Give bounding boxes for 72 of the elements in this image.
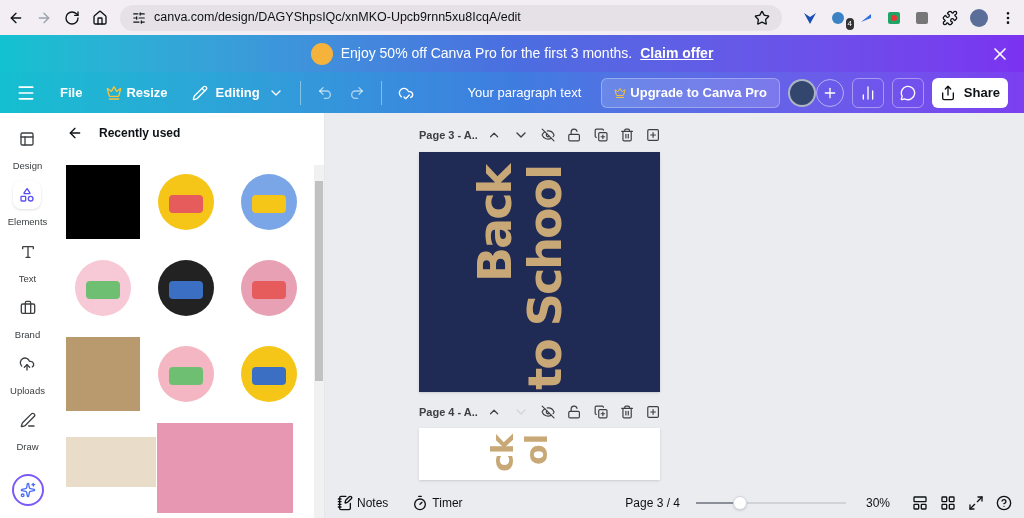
cloud-upload-icon [19, 356, 36, 372]
extension-icon[interactable] [914, 9, 930, 26]
fullscreen-icon[interactable] [968, 495, 984, 511]
zoom-thumb[interactable] [732, 496, 747, 510]
promo-text: Enjoy 50% off Canva Pro for the first 3 months. [340, 44, 633, 63]
eye-off-icon[interactable] [541, 403, 556, 420]
sidebar-tab[interactable]: Text [13, 237, 42, 286]
extension-badge: 4 [845, 17, 854, 30]
back-arrow-icon [67, 125, 83, 141]
grid-view-icon[interactable] [940, 495, 956, 511]
timer-icon [412, 495, 429, 511]
sidebar-tab[interactable]: Design [12, 125, 43, 174]
upgrade-button[interactable]: Upgrade to Canva Pro [601, 77, 780, 108]
page-label[interactable]: Page 3 - A.. [419, 127, 475, 144]
add-page-icon[interactable] [645, 403, 661, 420]
insights-button[interactable] [851, 77, 884, 108]
share-button[interactable]: Share [931, 77, 1008, 108]
reload-icon[interactable] [64, 9, 80, 26]
site-info-icon[interactable] [132, 10, 146, 25]
notes-icon [337, 495, 353, 511]
pencil-icon [191, 84, 208, 101]
lock-open-icon[interactable] [567, 127, 582, 144]
magic-button[interactable] [11, 474, 44, 506]
trash-icon[interactable] [619, 403, 634, 420]
claim-offer-link[interactable]: Claim offer [640, 43, 714, 64]
user-avatar[interactable] [787, 78, 816, 107]
profile-avatar[interactable] [970, 8, 988, 27]
shapes-icon [19, 187, 36, 204]
notes-button[interactable]: Notes [337, 494, 389, 512]
share-icon [939, 84, 956, 101]
design-text[interactable]: to School [521, 165, 568, 390]
text-icon [19, 243, 36, 260]
puzzle-icon[interactable] [942, 9, 958, 26]
eye-off-icon[interactable] [541, 127, 556, 144]
url-text: canva.com/design/DAGYShpsIQc/xnMKO-Upcb9rnn5xu8IcqA/edit [154, 9, 522, 27]
zoom-reading: 30% [866, 495, 892, 512]
page-indicator: Page 3 / 4 [625, 495, 680, 512]
extension-icon[interactable] [830, 9, 846, 26]
comment-button[interactable] [891, 77, 924, 108]
page-label[interactable]: Page 4 - A.. [419, 403, 475, 420]
sidebar-tab[interactable]: Draw [13, 406, 42, 455]
design-title[interactable]: Your paragraph text [467, 82, 582, 103]
help-icon[interactable] [996, 495, 1012, 511]
square-swatch[interactable] [66, 165, 140, 239]
crown-icon [614, 86, 627, 99]
back-button[interactable] [67, 125, 83, 141]
layout-icon [19, 131, 36, 147]
panel-title: Recently used [99, 125, 181, 142]
home-icon[interactable] [92, 9, 108, 26]
lock-open-icon[interactable] [567, 403, 582, 420]
timer-button[interactable]: Timer [412, 494, 463, 512]
comment-icon [899, 84, 916, 101]
extension-icon[interactable] [886, 9, 902, 26]
scrollbar[interactable] [314, 165, 324, 518]
duplicate-icon[interactable] [593, 403, 608, 420]
sidebar-tab[interactable]: Brand [13, 293, 42, 342]
design-text[interactable]: Back [471, 165, 518, 282]
briefcase-icon [19, 299, 36, 316]
trash-icon[interactable] [619, 127, 634, 144]
zoom-slider[interactable] [696, 496, 846, 510]
thumbnail-view-icon[interactable] [912, 495, 928, 511]
emoji-icon [310, 42, 333, 65]
pen-icon [19, 412, 36, 429]
page-canvas[interactable]: Back to School [419, 151, 660, 392]
sidebar-tab[interactable]: Uploads [10, 350, 45, 399]
sidebar-tab[interactable]: Elements [7, 181, 48, 230]
add-page-icon[interactable] [645, 127, 661, 144]
duplicate-icon[interactable] [593, 127, 608, 144]
crown-icon [106, 84, 123, 101]
star-icon[interactable] [754, 9, 770, 26]
sparkle-icon [19, 482, 36, 498]
address-bar[interactable]: canva.com/design/DAGYShpsIQc/xnMKO-Upcb9rnn5xu8IcqA/edit [120, 4, 782, 31]
